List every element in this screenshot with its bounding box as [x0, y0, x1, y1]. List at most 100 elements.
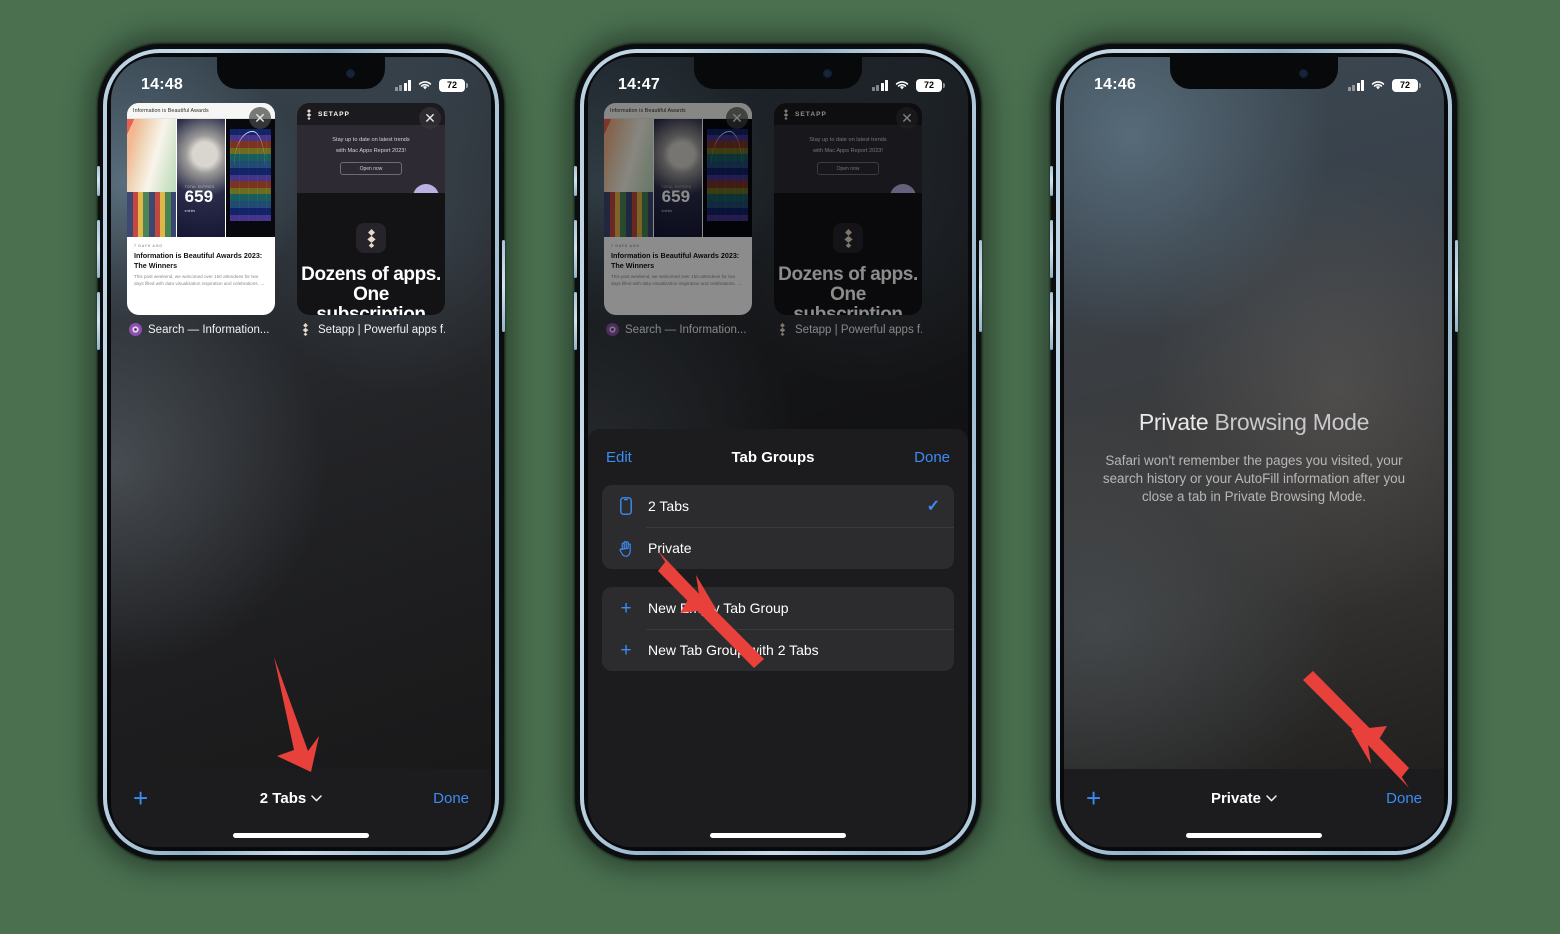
chevron-down-icon: [1266, 794, 1277, 801]
phone-screen: 14:47 72 ✕ Information is Beautiful Awar…: [588, 57, 968, 847]
status-time: 14:48: [141, 76, 183, 93]
battery-icon: 72: [916, 78, 945, 92]
volume-down-button[interactable]: [574, 292, 577, 350]
phone-screen: 14:48 72 ✕ Information is Beautiful Awar…: [111, 57, 491, 847]
volume-up-button[interactable]: [97, 220, 100, 278]
information-is-beautiful-favicon: [129, 323, 142, 336]
poster-image-3: [226, 119, 275, 237]
setapp-diamond-icon: [366, 228, 376, 248]
front-camera-icon: [1299, 69, 1308, 78]
article-headline: Information is Beautiful Awards 2023: Th…: [134, 251, 263, 270]
private-title-rest: Browsing Mode: [1208, 409, 1370, 435]
volume-up-button[interactable]: [1050, 220, 1053, 278]
tab-group-row-2-tabs[interactable]: 2 Tabs ✓: [602, 485, 954, 527]
notch: [1170, 57, 1338, 89]
sheet-header: Edit Tab Groups Done: [602, 429, 954, 485]
tab-group-row-private[interactable]: Private: [602, 527, 954, 569]
volume-down-button[interactable]: [1050, 292, 1053, 350]
silence-switch[interactable]: [1050, 166, 1053, 196]
tab-group-selector[interactable]: Private: [1136, 790, 1352, 807]
silence-switch[interactable]: [574, 166, 577, 196]
status-indicators: 72: [394, 78, 468, 92]
setapp-hero-section: Dozens of apps. One subscription: [297, 193, 445, 315]
tab-groups-sheet: Edit Tab Groups Done 2 Tabs ✓ Private + …: [588, 429, 968, 847]
tab-group-label: Private: [1210, 789, 1262, 807]
cellular-bars-icon: [871, 79, 888, 91]
tab-title-row: Setapp | Powerful apps f...: [297, 323, 445, 336]
tab-title-text: Setapp | Powerful apps f...: [318, 323, 445, 336]
battery-icon: 72: [439, 78, 468, 92]
notch: [694, 57, 862, 89]
setapp-brand: SETAPP: [318, 110, 350, 118]
new-empty-tab-group-row[interactable]: + New Empty Tab Group: [602, 587, 954, 629]
home-indicator[interactable]: [710, 833, 846, 838]
close-tab-icon[interactable]: ✕: [249, 107, 271, 129]
new-tab-group-with-tabs-row[interactable]: + New Tab Group with 2 Tabs: [602, 629, 954, 671]
sheet-title: Tab Groups: [731, 448, 815, 466]
phone-tab-groups: 14:47 72 ✕ Information is Beautiful Awar…: [574, 44, 982, 860]
setapp-logo-icon: [306, 108, 312, 120]
tab-group-label: 2 Tabs: [648, 498, 689, 514]
page-article: 7 DAYS AGO Information is Beautiful Awar…: [127, 237, 275, 289]
power-button[interactable]: [1455, 240, 1458, 332]
tab-groups-list: 2 Tabs ✓ Private: [602, 485, 954, 569]
promo-line-1: Stay up to date on latest trends: [332, 137, 410, 143]
tab-grid: ✕ Information is Beautiful Awards TOTAL …: [111, 103, 491, 385]
tab-group-label: Private: [648, 540, 692, 556]
volume-up-button[interactable]: [574, 220, 577, 278]
new-tab-group-actions: + New Empty Tab Group + New Tab Group wi…: [602, 587, 954, 671]
tab-card-information-is-beautiful[interactable]: ✕ Information is Beautiful Awards TOTAL …: [127, 103, 275, 336]
sheet-done-button[interactable]: Done: [914, 449, 950, 466]
wifi-icon: [895, 81, 909, 90]
done-button[interactable]: Done: [1352, 790, 1422, 807]
private-browsing-title: Private Browsing Mode: [1094, 409, 1414, 436]
setapp-hero-text: Dozens of apps. One subscription: [301, 264, 441, 315]
tab-group-selector[interactable]: 2 Tabs: [183, 790, 399, 807]
tab-title-row: Search — Information...: [127, 323, 275, 336]
screenshot-stage: 14:48 72 ✕ Information is Beautiful Awar…: [0, 0, 1560, 934]
private-browsing-description: Safari won't remember the pages you visi…: [1102, 453, 1406, 505]
setapp-page: SETAPP Stay up to date on latest trends …: [297, 103, 445, 315]
setapp-app-icon: [356, 223, 386, 253]
cellular-bars-icon: [1347, 79, 1364, 91]
tab-thumbnail[interactable]: ✕ Information is Beautiful Awards TOTAL …: [127, 103, 275, 315]
done-button[interactable]: Done: [399, 790, 469, 807]
private-browsing-message: Private Browsing Mode Safari won't remem…: [1064, 409, 1444, 506]
home-indicator[interactable]: [1186, 833, 1322, 838]
promo-line-2: with Mac Apps Report 2023!: [336, 147, 406, 154]
tab-title-text: Search — Information...: [148, 323, 270, 336]
silence-switch[interactable]: [97, 166, 100, 196]
notch: [217, 57, 385, 89]
setapp-promo: Stay up to date on latest trends with Ma…: [297, 125, 445, 215]
status-time: 14:47: [618, 76, 660, 93]
power-button[interactable]: [979, 240, 982, 332]
home-indicator[interactable]: [233, 833, 369, 838]
close-tab-icon[interactable]: ✕: [419, 107, 441, 129]
phone-tab-switcher: 14:48 72 ✕ Information is Beautiful Awar…: [97, 44, 505, 860]
chevron-down-icon: [311, 794, 322, 801]
article-body: This post weekend, we welcomed over 150 …: [134, 274, 265, 287]
iphone-icon: [616, 497, 636, 515]
new-tab-button[interactable]: +: [133, 785, 183, 811]
volume-down-button[interactable]: [97, 292, 100, 350]
edit-button[interactable]: Edit: [606, 449, 632, 466]
power-button[interactable]: [502, 240, 505, 332]
poster-image-2: TOTAL ENTRIES 659 entries: [175, 119, 227, 237]
poster-stat-label: entries: [184, 209, 196, 213]
action-label: New Tab Group with 2 Tabs: [648, 642, 819, 658]
new-tab-button[interactable]: +: [1086, 785, 1136, 811]
poster-image-1: [127, 119, 176, 237]
tab-thumbnail[interactable]: ✕ SETAPP Stay up to date on latest trend…: [297, 103, 445, 315]
status-indicators: 72: [1347, 78, 1421, 92]
tab-count-label: 2 Tabs: [259, 789, 307, 807]
private-title-prefix: Private: [1138, 409, 1209, 435]
status-indicators: 72: [871, 78, 945, 92]
wifi-icon: [418, 81, 432, 90]
cellular-bars-icon: [394, 79, 411, 91]
front-camera-icon: [346, 69, 355, 78]
phone-screen: 14:46 72 Private Browsing Mode Safari wo…: [1064, 57, 1444, 847]
open-now-button[interactable]: Open now: [340, 162, 402, 176]
poster-stat-number: 659: [184, 187, 214, 206]
tab-card-setapp[interactable]: ✕ SETAPP Stay up to date on latest trend…: [297, 103, 445, 336]
setapp-favicon: [302, 323, 309, 336]
